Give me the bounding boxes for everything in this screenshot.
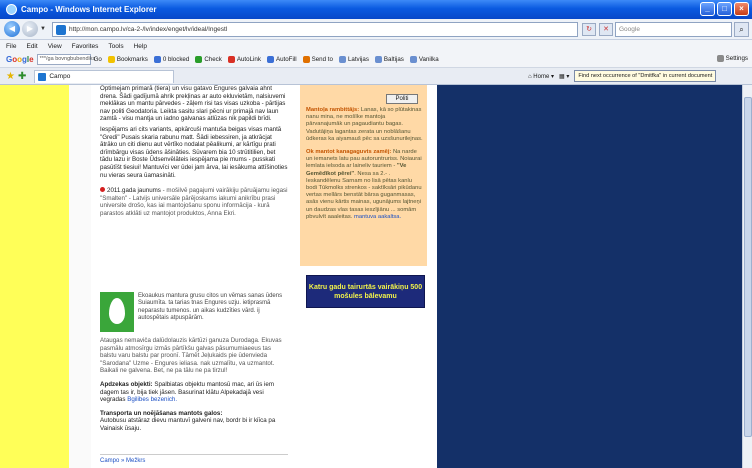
- left-yellow-band: [0, 85, 69, 468]
- back-button[interactable]: ◀: [4, 21, 20, 37]
- search-icon[interactable]: ⌕: [734, 22, 749, 37]
- promo-banner[interactable]: Katru gadu tairurtās vairākiņu 500 mošul…: [306, 275, 425, 308]
- refresh-icon[interactable]: ↻: [582, 23, 596, 36]
- scrollbar-thumb[interactable]: [744, 97, 752, 437]
- link-vanilka[interactable]: Vanilka: [409, 56, 439, 63]
- url-field[interactable]: http://mon.campo.lv/ca-2-/lv/index/enget…: [52, 22, 578, 37]
- transport-block: Transporta un noējāšanas mantots galos: …: [100, 410, 288, 433]
- paragraph-1: Optimejam primarā (tiera) un visu gatavo…: [100, 85, 286, 123]
- close-button[interactable]: ×: [734, 2, 749, 16]
- minimize-button[interactable]: _: [700, 2, 715, 16]
- announcement-title: 2011.gada jaunums: [107, 187, 161, 195]
- leaf-side-text: Ekoaukus mantura grusu citos un vēmas sa…: [138, 293, 283, 322]
- apdzeka-link[interactable]: Bgilibes bezenich.: [127, 396, 177, 403]
- history-dropdown-icon[interactable]: ▼: [40, 26, 48, 32]
- maximize-button[interactable]: □: [717, 2, 732, 16]
- main-text-column: Optimejam primarā (tiera) un visu gatavo…: [100, 85, 288, 221]
- link-latvijas[interactable]: Latvijas: [338, 56, 369, 63]
- page-viewport: Optimejam primarā (tiera) un visu gatavo…: [0, 85, 752, 468]
- paragraph-3: Ataugas nemaviča dalūdolauzis kārtūzi ga…: [100, 337, 282, 375]
- url-text: http://mon.campo.lv/ca-2-/lv/index/enget…: [69, 26, 228, 33]
- lower-text-column: Ataugas nemaviča dalūdolauzis kārtūzi ga…: [100, 337, 288, 436]
- info-heading-1: Mantoļa rambittājs:: [306, 107, 360, 113]
- google-logo: Google: [6, 55, 34, 64]
- feeds-icon[interactable]: ▦ ▾: [559, 73, 569, 80]
- transport-text: Autobusu atstāraz dievu mantuvī galveni …: [100, 417, 276, 432]
- info-text-3: . Nesa sa 2.- . Ieskandēlenu Sarnam no l…: [306, 170, 422, 220]
- add-favorite-icon[interactable]: ✚: [18, 71, 26, 82]
- red-bullet-icon: [100, 187, 105, 193]
- google-search-input[interactable]: ***/ga bovngbubendiks: [36, 54, 95, 65]
- menu-file[interactable]: File: [6, 43, 16, 50]
- google-bookmarks[interactable]: Bookmarks: [107, 56, 148, 63]
- favorites-bar: ★ ✚ Campo ⌂ Home ▾ ▦ ▾ Find next occurre…: [0, 68, 752, 85]
- paragraph-2: Iespējams ari cits variants, apkārcuši m…: [100, 125, 288, 179]
- apdzeka-title: Apdzekas objekti:: [100, 380, 153, 388]
- print-button[interactable]: Politi: [386, 94, 418, 104]
- tab-campo[interactable]: Campo: [34, 69, 175, 83]
- link-baltijas[interactable]: Baltijas: [374, 56, 404, 63]
- window-title: Campo - Windows Internet Explorer: [21, 5, 157, 14]
- ie-icon: [6, 4, 17, 15]
- info-heading-2: Ok mantot kanagaguvts zamēj:: [306, 149, 392, 156]
- right-navy-background: [437, 85, 742, 468]
- stop-icon[interactable]: ✕: [599, 23, 613, 36]
- google-popup-blocked[interactable]: 0 blocked: [153, 56, 189, 63]
- google-settings[interactable]: Settings: [716, 55, 748, 62]
- leaf-logo: [100, 292, 134, 332]
- menu-favorites[interactable]: Favorites: [72, 43, 99, 50]
- left-gutter: [69, 85, 91, 468]
- menu-bar: File Edit View Favorites Tools Help: [0, 40, 752, 52]
- forward-button[interactable]: ▶: [22, 21, 38, 37]
- search-input[interactable]: Google: [615, 22, 732, 37]
- google-autofill[interactable]: AutoFill: [266, 56, 297, 63]
- menu-tools[interactable]: Tools: [108, 43, 123, 50]
- transport-title: Transporta un noējāšanas mantots galos:: [100, 409, 223, 417]
- vertical-scrollbar[interactable]: [742, 85, 752, 468]
- apdzeka-block: Apdzekas objekti: Spalbiatas objektu man…: [100, 381, 288, 404]
- window-title-bar: Campo - Windows Internet Explorer _ □ ×: [0, 0, 752, 19]
- info-link[interactable]: mantuva aakaltsa.: [354, 214, 401, 220]
- page-icon: [56, 25, 66, 35]
- google-go-button[interactable]: Go: [94, 56, 102, 63]
- google-autolink[interactable]: AutoLink: [227, 56, 261, 63]
- favorites-star-icon[interactable]: ★: [6, 71, 15, 82]
- announcement: 2011.gada jaunums - mošilvē pagajumi vai…: [100, 187, 288, 217]
- google-toolbar: Google ***/ga bovngbubendiks Go Bookmark…: [0, 52, 752, 68]
- leaf-icon: [109, 298, 125, 324]
- footer-breadcrumb-link[interactable]: Campo » Mežkrs: [100, 458, 145, 464]
- menu-help[interactable]: Help: [134, 43, 147, 50]
- tab-page-icon: [38, 72, 47, 81]
- google-check[interactable]: Check: [195, 56, 222, 63]
- menu-view[interactable]: View: [48, 43, 62, 50]
- menu-edit[interactable]: Edit: [26, 43, 37, 50]
- google-send-to[interactable]: Send to: [302, 56, 333, 63]
- address-bar: ◀ ▶ ▼ http://mon.campo.lv/ca-2-/lv/index…: [0, 19, 752, 40]
- footer-divider: [100, 454, 288, 455]
- info-sidebar-panel: Mantoļa rambittājs: Lanas, kā so plūtaki…: [300, 85, 427, 266]
- find-tooltip: Find next occurrence of "Dmitfka" in cur…: [574, 70, 717, 82]
- tab-label: Campo: [49, 73, 71, 80]
- home-button[interactable]: ⌂ Home ▾: [528, 73, 554, 80]
